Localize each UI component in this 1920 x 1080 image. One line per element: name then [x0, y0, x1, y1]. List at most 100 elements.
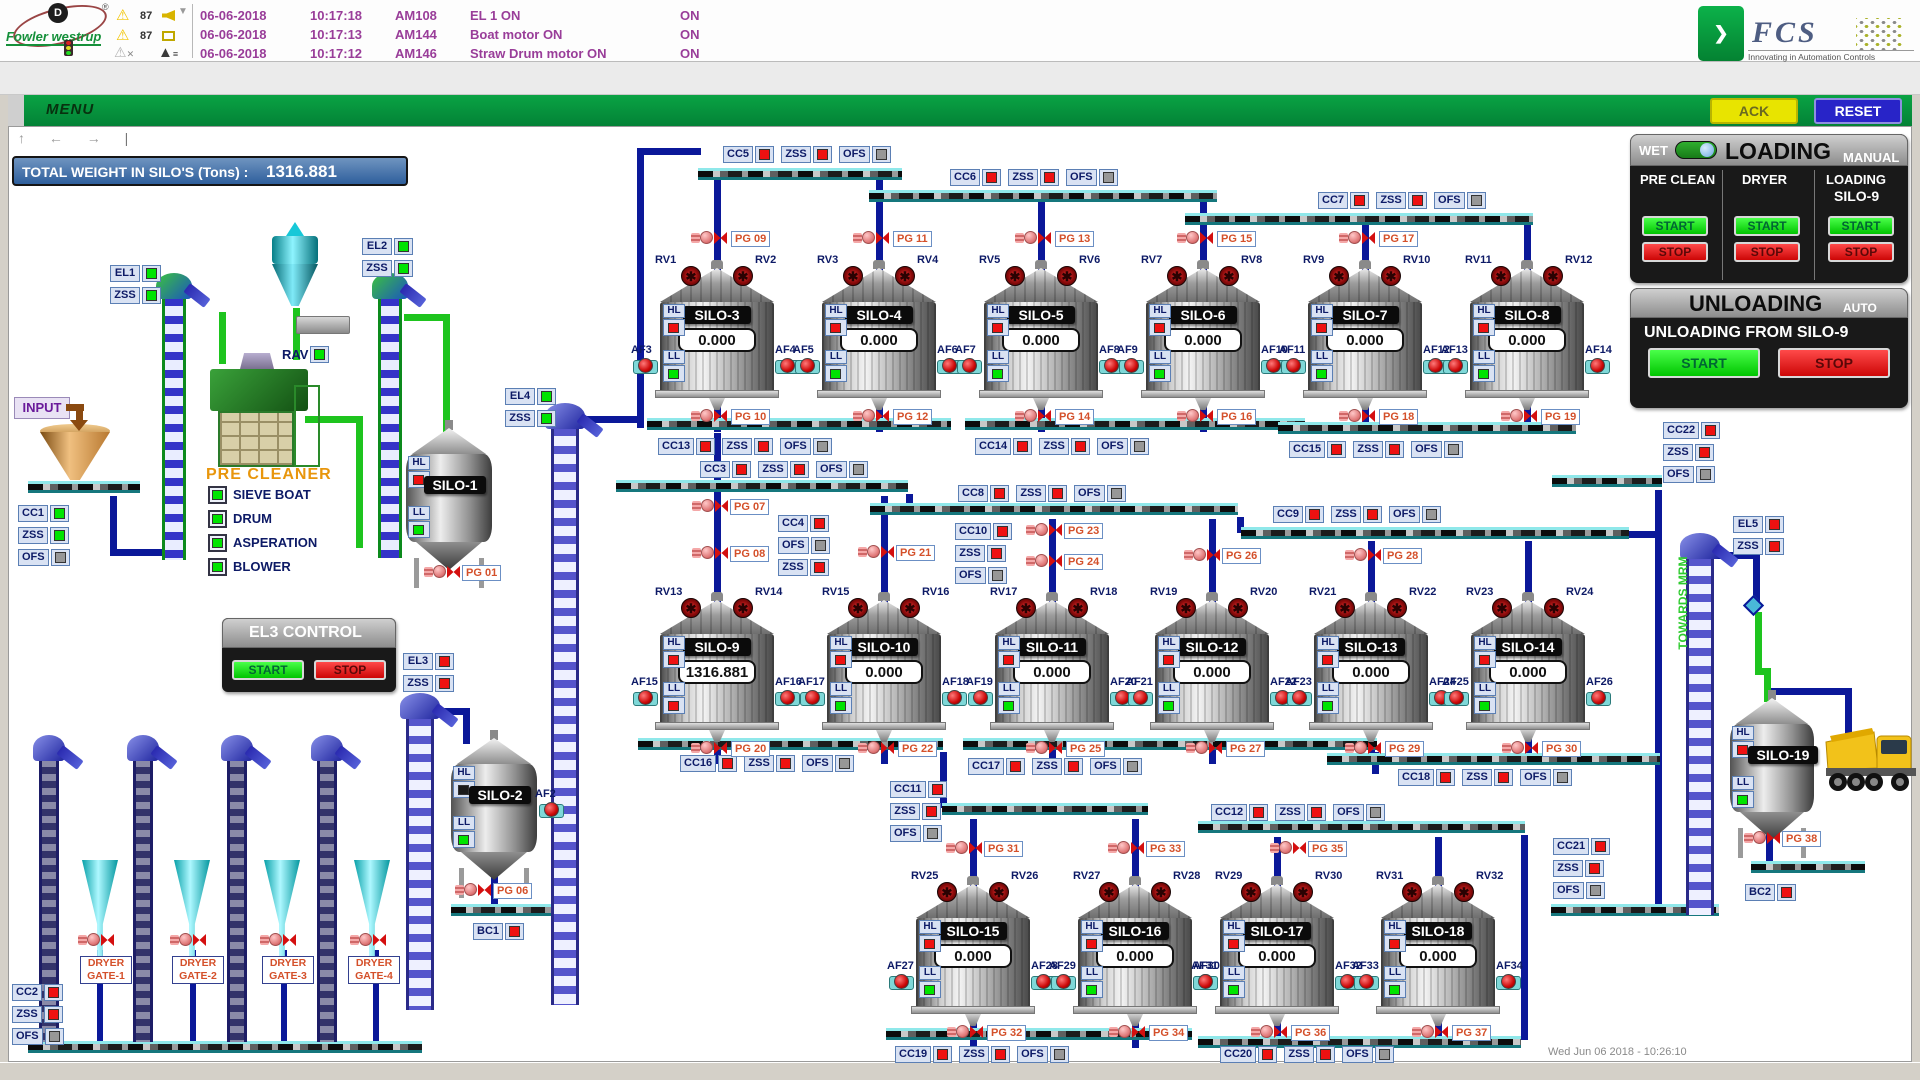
- valve-pg-28[interactable]: [1345, 547, 1381, 563]
- monitor-icon[interactable]: [162, 31, 175, 41]
- alarm-warning-icon[interactable]: ⚠: [116, 6, 129, 24]
- sensor-label: OFS: [1066, 169, 1097, 186]
- valve-bottom-silo-3[interactable]: [691, 408, 727, 424]
- sensor-ofs: OFS: [1342, 1046, 1394, 1063]
- dryer-stop-button[interactable]: STOP: [1734, 242, 1800, 262]
- valve-top-silo-5[interactable]: [1015, 230, 1051, 246]
- valve-bottom-silo-18[interactable]: [1412, 1024, 1448, 1040]
- roof-fan-icon: ✱: [681, 598, 701, 618]
- valve-bottom-silo-9[interactable]: [691, 740, 727, 756]
- sensor-label: EL1: [110, 265, 140, 282]
- valve-bottom-silo-14[interactable]: [1502, 740, 1538, 756]
- preclean-stop-button[interactable]: STOP: [1642, 242, 1708, 262]
- valve-pg-01[interactable]: [424, 564, 460, 580]
- menu-button[interactable]: MENU: [46, 101, 94, 118]
- af-label-af31: AF31: [1191, 960, 1218, 972]
- alarm-banner-next-button[interactable]: ❯: [1698, 6, 1744, 61]
- valve-bottom-silo-17[interactable]: [1251, 1024, 1287, 1040]
- valve-bottom-silo-4[interactable]: [853, 408, 889, 424]
- valve-bottom-silo-5[interactable]: [1015, 408, 1051, 424]
- status-lamp-red: [813, 146, 832, 163]
- status-lamp-grey: [872, 146, 891, 163]
- sensor-bc2: BC2: [1745, 884, 1796, 901]
- sensor-label: ZSS: [722, 438, 752, 455]
- valve-pg-31[interactable]: [946, 840, 982, 856]
- el3-stop-button[interactable]: STOP: [314, 660, 386, 680]
- sensor-zss: ZSS: [1733, 538, 1784, 555]
- af-label-af25: AF25: [1442, 676, 1469, 688]
- valve-top-silo-7[interactable]: [1339, 230, 1375, 246]
- silo-cap: [1197, 260, 1209, 269]
- sensor-zss: ZSS: [744, 755, 795, 772]
- status-lamp-red: [810, 559, 829, 576]
- valve-pg-06[interactable]: [455, 882, 491, 898]
- sensor-label: ZSS: [1039, 438, 1069, 455]
- alarm-warning-icon-2[interactable]: ⚠: [116, 26, 129, 44]
- nav-arrows[interactable]: ↑ ← → |: [18, 130, 138, 146]
- ack-button[interactable]: ACK: [1710, 98, 1798, 124]
- valve-bottom-silo-13[interactable]: [1345, 740, 1381, 756]
- el3-control-panel: EL3 CONTROL START STOP: [222, 618, 396, 692]
- silo-weight-silo-11: 0.000: [1013, 660, 1091, 684]
- rv-label-rv6: RV6: [1079, 254, 1100, 266]
- reset-button[interactable]: RESET: [1814, 98, 1902, 124]
- loading-stop-button[interactable]: STOP: [1828, 242, 1894, 262]
- valve-top-silo-6[interactable]: [1177, 230, 1213, 246]
- dryer-start-button[interactable]: START: [1734, 216, 1800, 236]
- speaker-icon[interactable]: [162, 10, 175, 21]
- valve-pg-33[interactable]: [1108, 840, 1144, 856]
- silo-ll-silo-2: LL: [453, 816, 475, 848]
- sensor-cc4: CC4: [778, 515, 830, 532]
- valve-pg-24[interactable]: [1026, 553, 1062, 569]
- status-lamp-red: [1013, 438, 1032, 455]
- rv-label-rv8: RV8: [1241, 254, 1262, 266]
- af-label-af34: AF34: [1496, 960, 1523, 972]
- dryer-gate-valve[interactable]: [350, 932, 386, 948]
- window-chrome-strip: [0, 62, 1920, 95]
- valve-top-silo-3[interactable]: [691, 230, 727, 246]
- valve-pg-23[interactable]: [1026, 522, 1062, 538]
- el3-start-button[interactable]: START: [232, 660, 304, 680]
- valve-bottom-silo-15[interactable]: [947, 1024, 983, 1040]
- sensor-label: ZSS: [1553, 860, 1583, 877]
- alarm-mute-icon[interactable]: ⚠✕: [114, 44, 134, 61]
- unloading-start-button[interactable]: START: [1648, 348, 1760, 378]
- valve-bottom-silo-11[interactable]: [1026, 740, 1062, 756]
- silo-hl-silo-18: HL: [1384, 920, 1406, 952]
- alarm-code: AM144: [395, 27, 437, 42]
- dropdown-caret-icon[interactable]: ▼: [178, 6, 188, 17]
- valve-bottom-silo-7[interactable]: [1339, 408, 1375, 424]
- dryer-gate-valve[interactable]: [260, 932, 296, 948]
- valve-pg-26[interactable]: [1184, 547, 1220, 563]
- valve-bottom-silo-10[interactable]: [858, 740, 894, 756]
- af-label-af5: AF5: [793, 344, 814, 356]
- silo-name-silo-15: SILO-15: [939, 922, 1007, 940]
- dryer-gate-valve[interactable]: [170, 932, 206, 948]
- valve-pg-08[interactable]: [692, 545, 728, 561]
- valve-bottom-silo-16[interactable]: [1109, 1024, 1145, 1040]
- silo-name-silo-13: SILO-13: [1337, 638, 1405, 656]
- unloading-stop-button[interactable]: STOP: [1778, 348, 1890, 378]
- preclean-start-button[interactable]: START: [1642, 216, 1708, 236]
- silo-ll-silo-19: LL: [1732, 776, 1754, 808]
- header-bar: D ® Fowler westrup ⚠ 87 ▼ ⚠ 87 ⚠✕ ▲≡ 06-…: [0, 0, 1920, 62]
- silo-name-silo-6: SILO-6: [1169, 306, 1237, 324]
- roof-fan-icon: ✱: [843, 266, 863, 286]
- valve-pg-21[interactable]: [858, 544, 894, 560]
- valve-bottom-silo-8[interactable]: [1501, 408, 1537, 424]
- rv-label-rv12: RV12: [1565, 254, 1592, 266]
- silo-ll-silo-18: LL: [1384, 966, 1406, 998]
- valve-pg-07[interactable]: [692, 498, 728, 514]
- loading-mode: MANUAL: [1843, 150, 1899, 165]
- rv-label-rv27: RV27: [1073, 870, 1100, 882]
- loading-start-button[interactable]: START: [1828, 216, 1894, 236]
- valve-bottom-silo-6[interactable]: [1177, 408, 1213, 424]
- valve-pg-35[interactable]: [1270, 840, 1306, 856]
- dryer-gate-valve[interactable]: [78, 932, 114, 948]
- alarm-list-icon[interactable]: ▲≡: [158, 44, 178, 61]
- valve-pg-38[interactable]: [1744, 830, 1780, 846]
- status-lamp-green: [142, 265, 161, 282]
- valve-top-silo-4[interactable]: [853, 230, 889, 246]
- valve-bottom-silo-12[interactable]: [1186, 740, 1222, 756]
- wet-dry-toggle[interactable]: [1675, 141, 1717, 159]
